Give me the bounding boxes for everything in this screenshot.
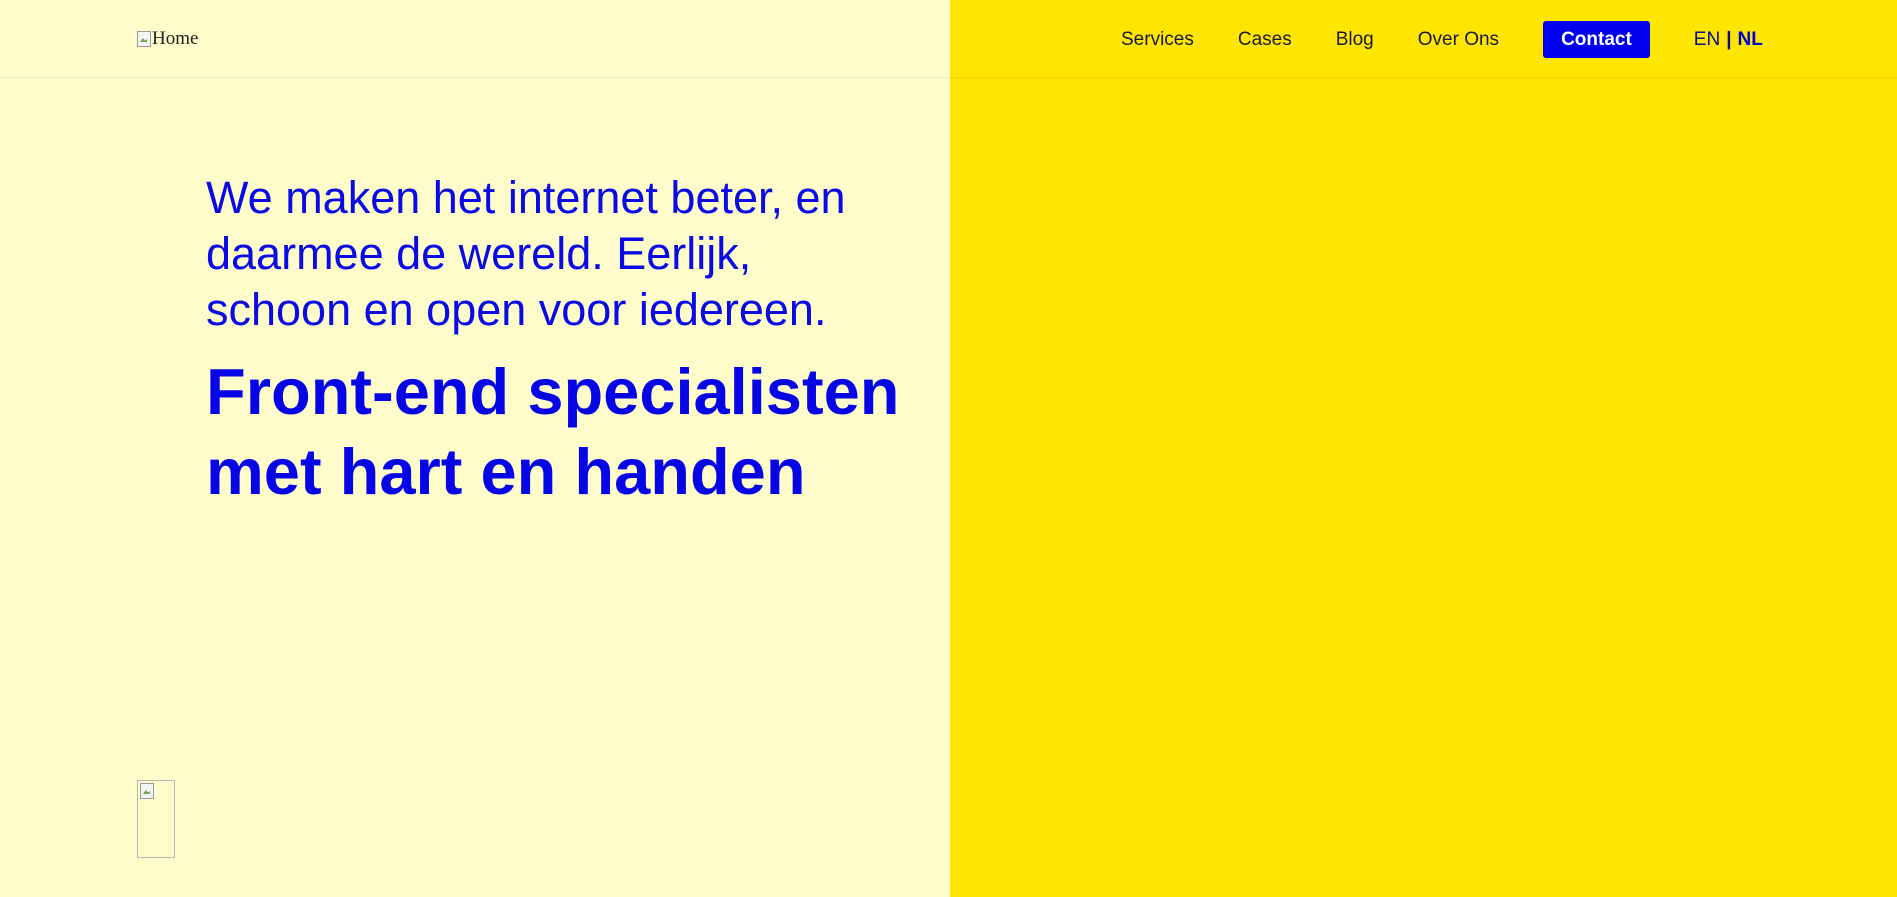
decorative-image bbox=[137, 780, 175, 858]
language-nl-link[interactable]: NL bbox=[1738, 23, 1763, 57]
nav-item-over-ons[interactable]: Over Ons bbox=[1418, 23, 1499, 57]
main-nav: Services Cases Blog Over Ons Contact EN … bbox=[1121, 21, 1763, 58]
hero-intro-text: We maken het internet beter, en daarmee … bbox=[206, 172, 846, 335]
nav-item-services[interactable]: Services bbox=[1121, 23, 1194, 57]
page: Home Services Cases Blog Over Ons Contac… bbox=[0, 0, 1897, 897]
hero-headline: Front-end specialisten met hart en hande… bbox=[206, 355, 900, 508]
header-divider bbox=[0, 77, 1897, 78]
nav-item-cases[interactable]: Cases bbox=[1238, 23, 1292, 57]
language-switcher: EN | NL bbox=[1694, 23, 1763, 57]
language-en-link[interactable]: EN bbox=[1694, 23, 1720, 57]
right-panel bbox=[950, 0, 1897, 897]
broken-image-icon bbox=[140, 783, 154, 799]
broken-image-icon bbox=[137, 31, 151, 47]
home-logo-link[interactable]: Home bbox=[137, 28, 198, 50]
nav-item-blog[interactable]: Blog bbox=[1336, 23, 1374, 57]
language-separator: | bbox=[1726, 28, 1732, 50]
contact-button[interactable]: Contact bbox=[1543, 21, 1650, 58]
logo-alt-text: Home bbox=[152, 28, 199, 49]
